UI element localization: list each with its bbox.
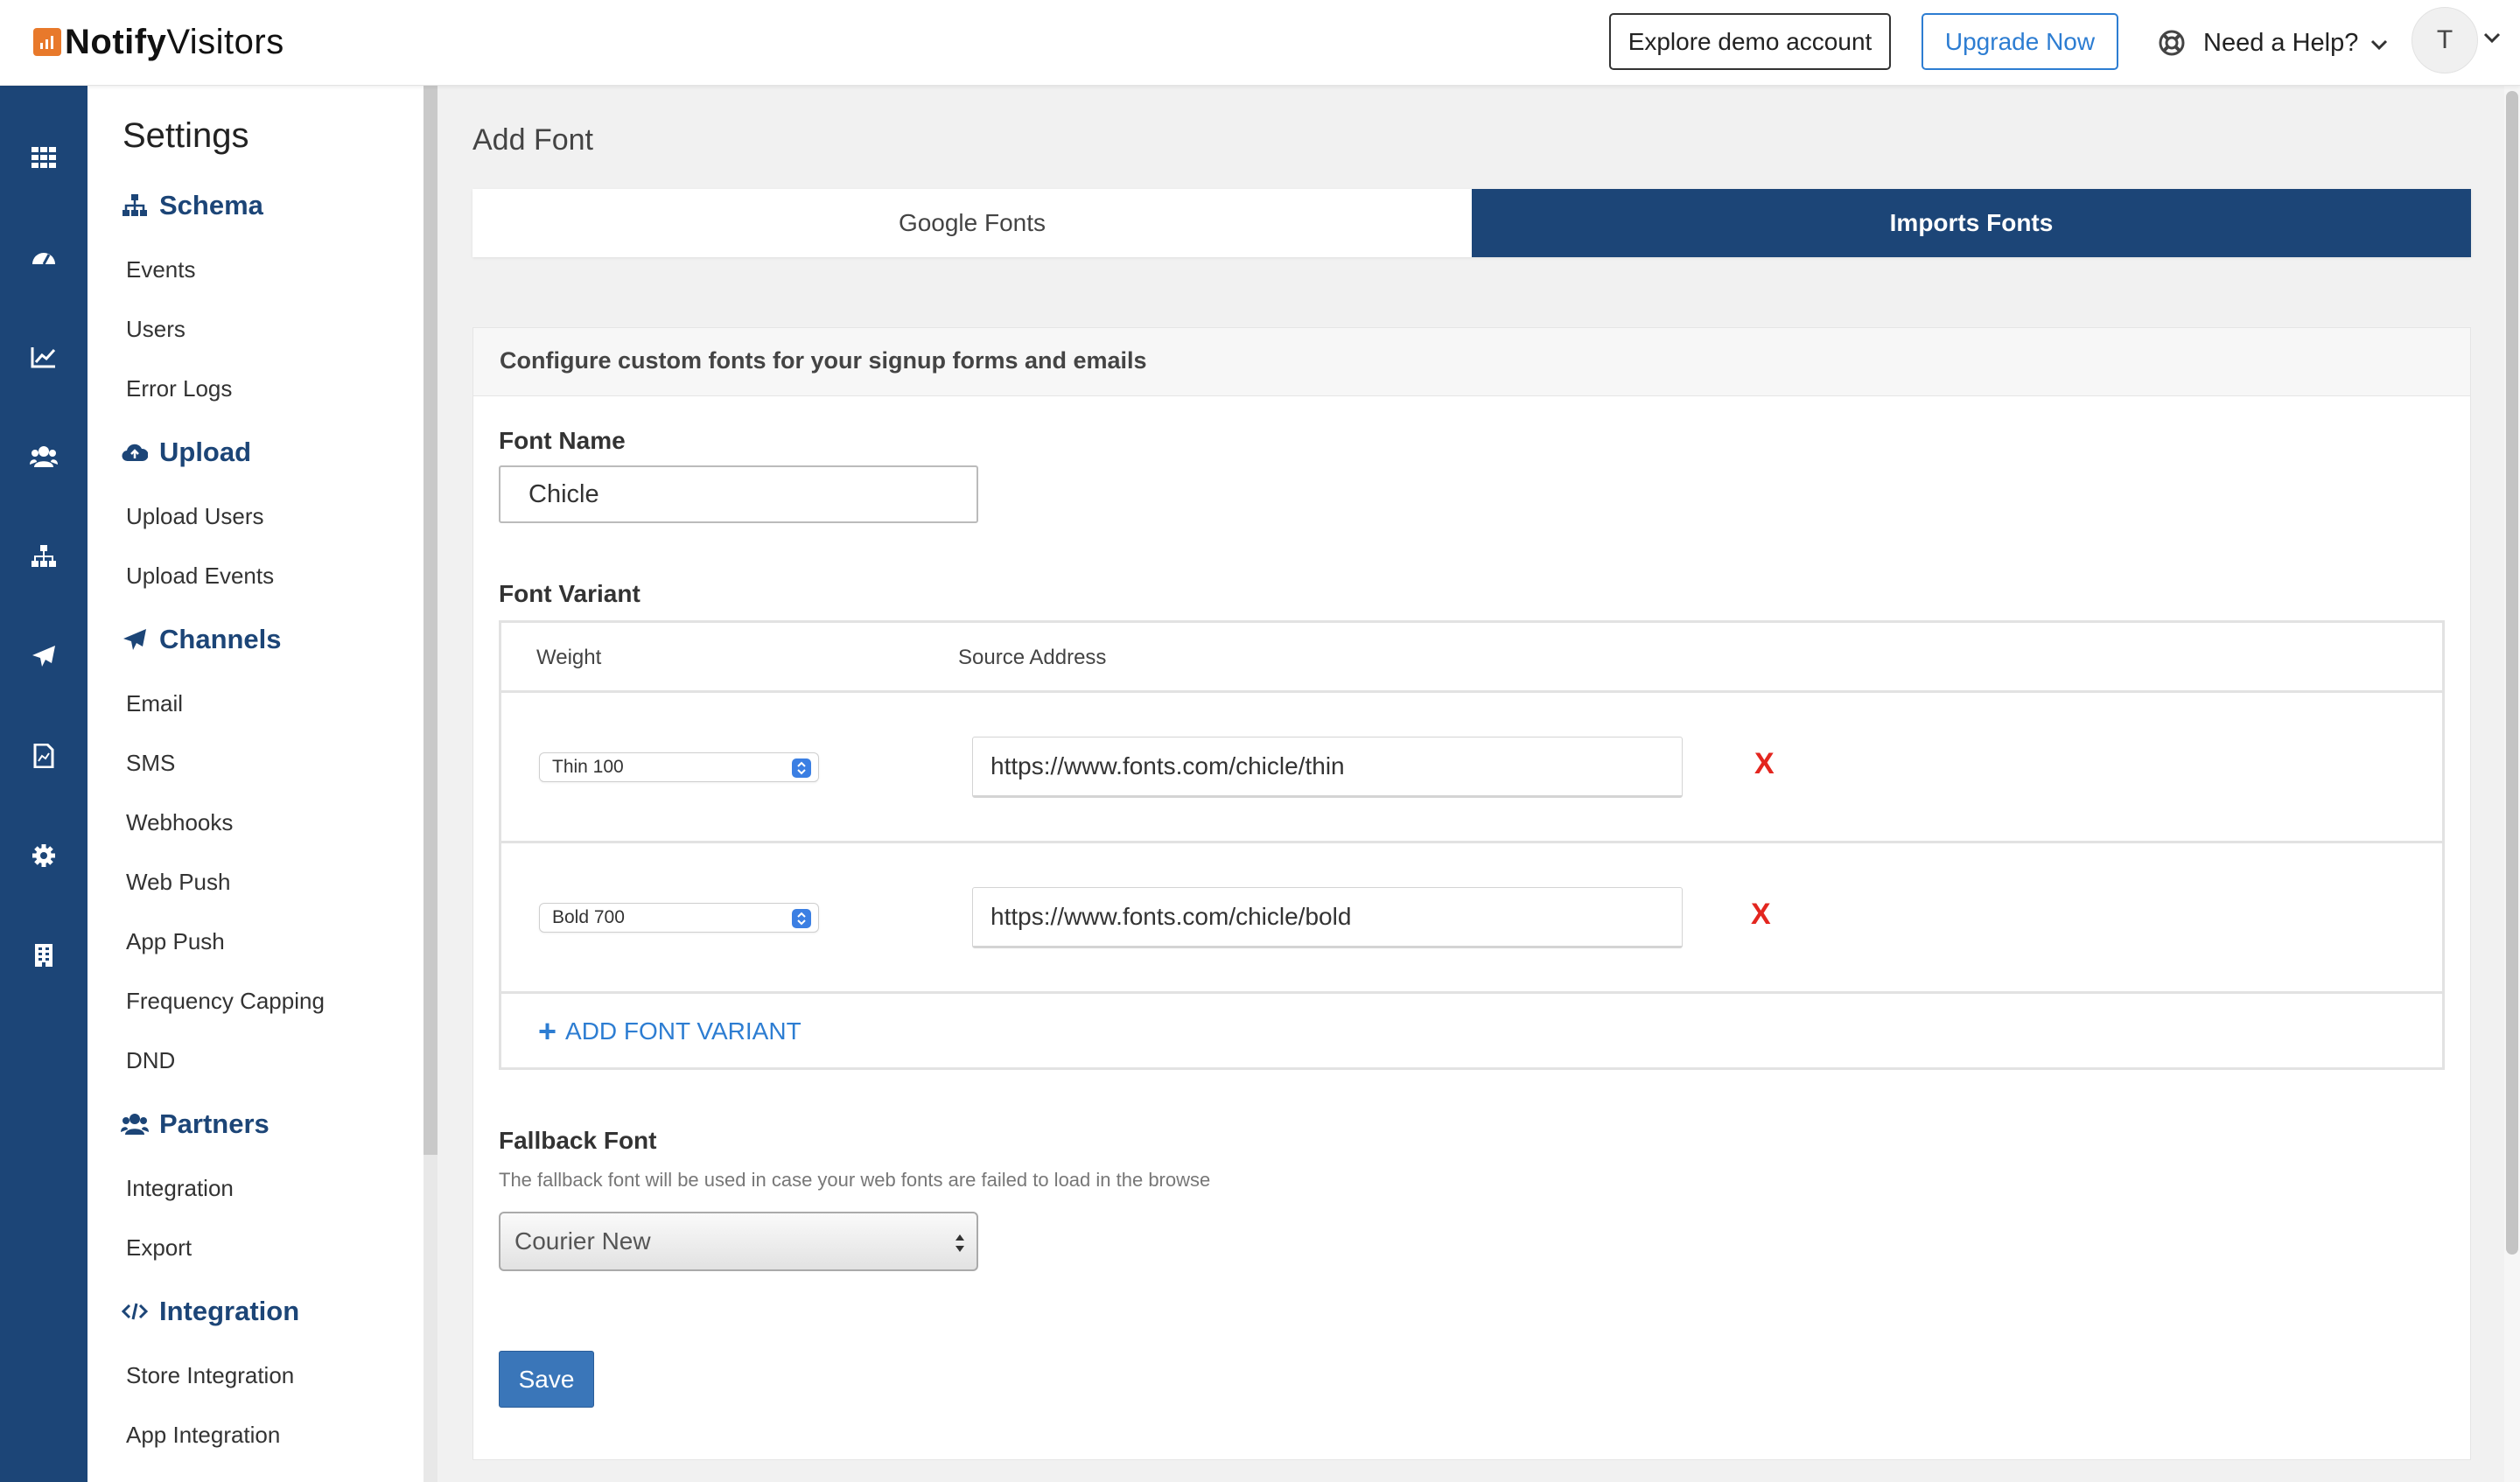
cloud-upload-icon (121, 438, 149, 466)
chevron-down-icon (2370, 29, 2388, 58)
add-font-variant-label: ADD FONT VARIANT (565, 1017, 802, 1045)
select-stepper-icon (792, 909, 811, 928)
column-weight: Weight (536, 646, 602, 669)
sidebar-item-frequency-capping[interactable]: Frequency Capping (126, 985, 325, 1017)
avatar[interactable]: T (2412, 7, 2478, 73)
section-partners[interactable]: Partners (121, 1107, 270, 1142)
section-upload[interactable]: Upload (121, 435, 251, 470)
analytics-icon[interactable] (30, 343, 58, 371)
source-address-input[interactable]: https://www.fonts.com/chicle/bold (972, 887, 1683, 948)
save-button[interactable]: Save (499, 1351, 594, 1408)
sidebar-item-events[interactable]: Events (126, 254, 196, 285)
grid-icon[interactable] (30, 143, 58, 171)
fallback-font-value: Courier New (514, 1227, 651, 1255)
fallback-font-label: Fallback Font (499, 1127, 657, 1154)
weight-select[interactable]: Thin 100 (539, 752, 819, 782)
settings-icon[interactable] (30, 842, 58, 870)
upgrade-now-button[interactable]: Upgrade Now (1922, 13, 2118, 70)
add-font-variant-button[interactable]: + ADD FONT VARIANT (538, 1014, 802, 1049)
fallback-font-select[interactable]: Courier New (499, 1212, 978, 1271)
send-icon[interactable] (30, 642, 58, 670)
section-label: Schema (159, 190, 263, 220)
users-icon[interactable] (30, 443, 58, 471)
source-address-input[interactable]: https://www.fonts.com/chicle/thin (972, 737, 1683, 798)
settings-sidebar (88, 86, 424, 1482)
tab-google-fonts[interactable]: Google Fonts (472, 189, 1472, 257)
sidebar-item-email[interactable]: Email (126, 688, 183, 719)
variant-row: Thin 100 https://www.fonts.com/chicle/th… (501, 693, 2442, 843)
logo-text-bold: Notify (65, 22, 167, 61)
font-variant-label: Font Variant (499, 580, 640, 607)
weight-select[interactable]: Bold 700 (539, 903, 819, 933)
font-name-input[interactable]: Chicle (499, 465, 978, 523)
hierarchy-icon[interactable] (30, 542, 58, 570)
sidebar-item-sms[interactable]: SMS (126, 747, 175, 779)
select-arrows-icon (954, 1231, 966, 1262)
column-source-address: Source Address (958, 646, 1107, 669)
remove-variant-button[interactable]: X (1754, 747, 1774, 781)
sidebar-item-error-logs[interactable]: Error Logs (126, 373, 232, 404)
weight-select-value: Thin 100 (552, 757, 624, 777)
logo-icon (33, 28, 61, 56)
variant-table-header: Weight Source Address (501, 623, 2442, 693)
sitemap-icon (121, 192, 149, 220)
section-schema[interactable]: Schema (121, 188, 263, 223)
paper-plane-icon (121, 626, 149, 654)
explore-demo-button[interactable]: Explore demo account (1609, 13, 1891, 70)
code-icon (121, 1297, 149, 1325)
card-heading: Configure custom fonts for your signup f… (500, 347, 1147, 374)
select-stepper-icon (792, 758, 811, 778)
section-label: Channels (159, 624, 282, 654)
chevron-down-icon[interactable] (2483, 31, 2501, 48)
card-header: Configure custom fonts for your signup f… (473, 328, 2470, 396)
section-channels[interactable]: Channels (121, 622, 282, 657)
section-integration[interactable]: Integration (121, 1294, 299, 1329)
top-header: Notify Visitors Explore demo account Upgr… (0, 0, 2520, 86)
sidebar-item-app-integration[interactable]: App Integration (126, 1419, 280, 1451)
logo-text-light: Visitors (166, 22, 284, 61)
sidebar-item-dnd[interactable]: DND (126, 1045, 175, 1076)
sidebar-item-upload-users[interactable]: Upload Users (126, 500, 264, 532)
font-name-label: Font Name (499, 427, 626, 454)
sidebar-item-export[interactable]: Export (126, 1232, 192, 1263)
icon-rail (0, 86, 88, 1482)
sidebar-title: Settings (122, 116, 249, 155)
dashboard-icon[interactable] (30, 243, 58, 271)
font-variant-table: Weight Source Address Thin 100 https://w… (499, 620, 2445, 1070)
help-menu[interactable]: Need a Help? (2158, 24, 2388, 61)
sidebar-item-upload-events[interactable]: Upload Events (126, 560, 274, 591)
building-icon[interactable] (30, 941, 58, 969)
plus-icon: + (538, 1013, 557, 1049)
font-source-tabs: Google Fonts Imports Fonts (472, 189, 2471, 257)
variant-row: Bold 700 https://www.fonts.com/chicle/bo… (501, 843, 2442, 994)
sidebar-item-webhooks[interactable]: Webhooks (126, 807, 233, 838)
sidebar-item-users[interactable]: Users (126, 313, 186, 345)
weight-select-value: Bold 700 (552, 907, 625, 927)
tab-imports-fonts[interactable]: Imports Fonts (1472, 189, 2471, 257)
fallback-help-text: The fallback font will be used in case y… (499, 1169, 1211, 1191)
sidebar-item-web-push[interactable]: Web Push (126, 866, 230, 898)
sidebar-item-integration[interactable]: Integration (126, 1172, 234, 1204)
section-label: Partners (159, 1108, 270, 1139)
sidebar-item-store-integration[interactable]: Store Integration (126, 1360, 294, 1391)
report-icon[interactable] (30, 742, 58, 770)
section-label: Integration (159, 1296, 300, 1326)
section-label: Upload (159, 437, 252, 467)
page-title: Add Font (472, 123, 593, 157)
remove-variant-button[interactable]: X (1751, 898, 1771, 932)
help-label: Need a Help? (2203, 28, 2359, 57)
logo[interactable]: Notify Visitors (33, 22, 284, 61)
sidebar-item-app-push[interactable]: App Push (126, 926, 225, 957)
sidebar-scrollbar-thumb[interactable] (424, 86, 438, 1155)
lifebuoy-icon (2158, 29, 2186, 57)
page-scrollbar-thumb[interactable] (2506, 91, 2518, 1255)
users-icon (121, 1110, 149, 1138)
